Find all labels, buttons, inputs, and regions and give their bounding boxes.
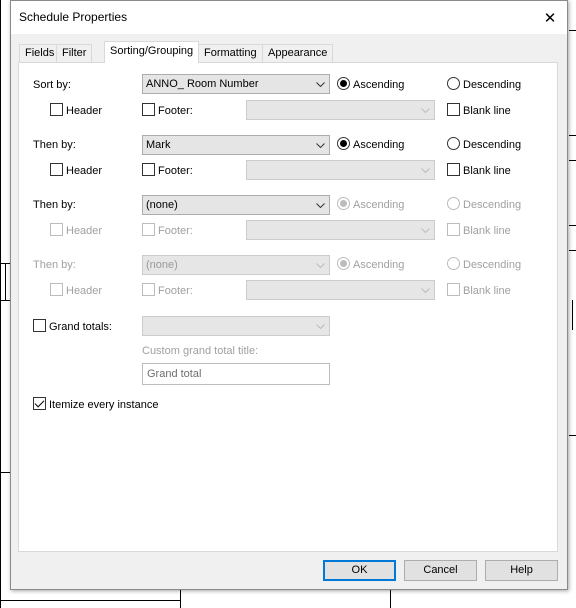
- ascending-label: Ascending: [353, 199, 405, 211]
- then-by-3-footer-checkbox[interactable]: [142, 283, 155, 296]
- descending-label: Descending: [463, 259, 522, 271]
- close-button[interactable]: ✕: [533, 1, 567, 34]
- tab-fields[interactable]: Fields: [19, 44, 61, 63]
- then-by-2-descending-radio[interactable]: [447, 197, 460, 210]
- then-by-2-footer-checkbox[interactable]: [142, 223, 155, 236]
- ascending-label: Ascending: [353, 79, 405, 91]
- header-label: Header: [66, 225, 103, 237]
- ok-button[interactable]: OK: [323, 560, 396, 581]
- then-by-2-blank-line-checkbox[interactable]: [447, 223, 460, 236]
- ascending-label: Ascending: [353, 139, 405, 151]
- close-icon: ✕: [543, 9, 557, 27]
- footer-label: Footer:: [158, 225, 193, 237]
- blank-line-label: Blank line: [463, 285, 511, 297]
- sort-by-footer-checkbox[interactable]: [142, 103, 155, 116]
- blank-line-label: Blank line: [463, 225, 511, 237]
- footer-label: Footer:: [158, 105, 193, 117]
- sort-by-label: Sort by:: [33, 79, 71, 91]
- then-by-1-field-select[interactable]: Mark: [142, 135, 330, 155]
- then-by-3-blank-line-checkbox[interactable]: [447, 283, 460, 296]
- then-by-3-field-select[interactable]: (none): [142, 255, 330, 275]
- chevron-down-icon: [315, 196, 325, 214]
- then-by-2-ascending-radio[interactable]: [337, 197, 350, 210]
- then-by-1-header-checkbox[interactable]: [50, 163, 63, 176]
- sort-by-blank-line-checkbox[interactable]: [447, 103, 460, 116]
- footer-label: Footer:: [158, 285, 193, 297]
- custom-grand-total-title-input[interactable]: Grand total: [142, 363, 330, 385]
- chevron-down-icon: [315, 317, 325, 335]
- then-by-1-descending-radio[interactable]: [447, 137, 460, 150]
- header-label: Header: [66, 105, 103, 117]
- chevron-down-icon: [420, 161, 430, 179]
- footer-label: Footer:: [158, 165, 193, 177]
- then-by-1-ascending-radio[interactable]: [337, 137, 350, 150]
- chevron-down-icon: [315, 136, 325, 154]
- then-by-2-footer-select[interactable]: [246, 220, 435, 240]
- then-by-3-ascending-radio[interactable]: [337, 257, 350, 270]
- grand-totals-select[interactable]: [142, 316, 330, 336]
- descending-label: Descending: [463, 79, 522, 91]
- itemize-every-instance-label: Itemize every instance: [49, 399, 159, 411]
- then-by-1-footer-select[interactable]: [246, 160, 435, 180]
- custom-grand-total-title-label: Custom grand total title:: [142, 345, 259, 357]
- ascending-label: Ascending: [353, 259, 405, 271]
- tab-filter[interactable]: Filter: [56, 44, 93, 63]
- then-by-label: Then by:: [33, 139, 76, 151]
- title-bar: Schedule Properties ✕: [11, 1, 567, 34]
- descending-label: Descending: [463, 199, 522, 211]
- sort-by-ascending-radio[interactable]: [337, 77, 350, 90]
- sort-by-descending-radio[interactable]: [447, 77, 460, 90]
- tab-formatting[interactable]: Formatting: [198, 44, 263, 63]
- header-label: Header: [66, 165, 103, 177]
- schedule-properties-dialog: Schedule Properties ✕ Fields Filter Sort…: [10, 0, 568, 590]
- sort-by-field-select[interactable]: ANNO_ Room Number: [142, 74, 330, 94]
- cancel-button[interactable]: Cancel: [404, 560, 477, 581]
- then-by-label: Then by:: [33, 199, 76, 211]
- descending-label: Descending: [463, 139, 522, 151]
- then-by-1-blank-line-checkbox[interactable]: [447, 163, 460, 176]
- chevron-down-icon: [420, 101, 430, 119]
- itemize-every-instance-checkbox[interactable]: [33, 397, 46, 410]
- grand-totals-checkbox[interactable]: [33, 319, 46, 332]
- chevron-down-icon: [315, 256, 325, 274]
- then-by-3-footer-select[interactable]: [246, 280, 435, 300]
- tab-sorting-grouping[interactable]: Sorting/Grouping: [104, 41, 200, 63]
- then-by-3-descending-radio[interactable]: [447, 257, 460, 270]
- tab-appearance[interactable]: Appearance: [262, 44, 334, 63]
- chevron-down-icon: [315, 75, 325, 93]
- sort-by-header-checkbox[interactable]: [50, 103, 63, 116]
- blank-line-label: Blank line: [463, 165, 511, 177]
- then-by-label: Then by:: [33, 259, 76, 271]
- dialog-title: Schedule Properties: [19, 10, 128, 24]
- then-by-2-header-checkbox[interactable]: [50, 223, 63, 236]
- chevron-down-icon: [420, 281, 430, 299]
- chevron-down-icon: [420, 221, 430, 239]
- blank-line-label: Blank line: [463, 105, 511, 117]
- sort-by-footer-select[interactable]: [246, 100, 435, 120]
- header-label: Header: [66, 285, 103, 297]
- then-by-3-header-checkbox[interactable]: [50, 283, 63, 296]
- sorting-grouping-panel: Sort by: ANNO_ Room Number Ascending Des…: [18, 62, 558, 552]
- help-button[interactable]: Help: [485, 560, 558, 581]
- grand-totals-label: Grand totals:: [49, 321, 112, 333]
- then-by-2-field-select[interactable]: (none): [142, 195, 330, 215]
- then-by-1-footer-checkbox[interactable]: [142, 163, 155, 176]
